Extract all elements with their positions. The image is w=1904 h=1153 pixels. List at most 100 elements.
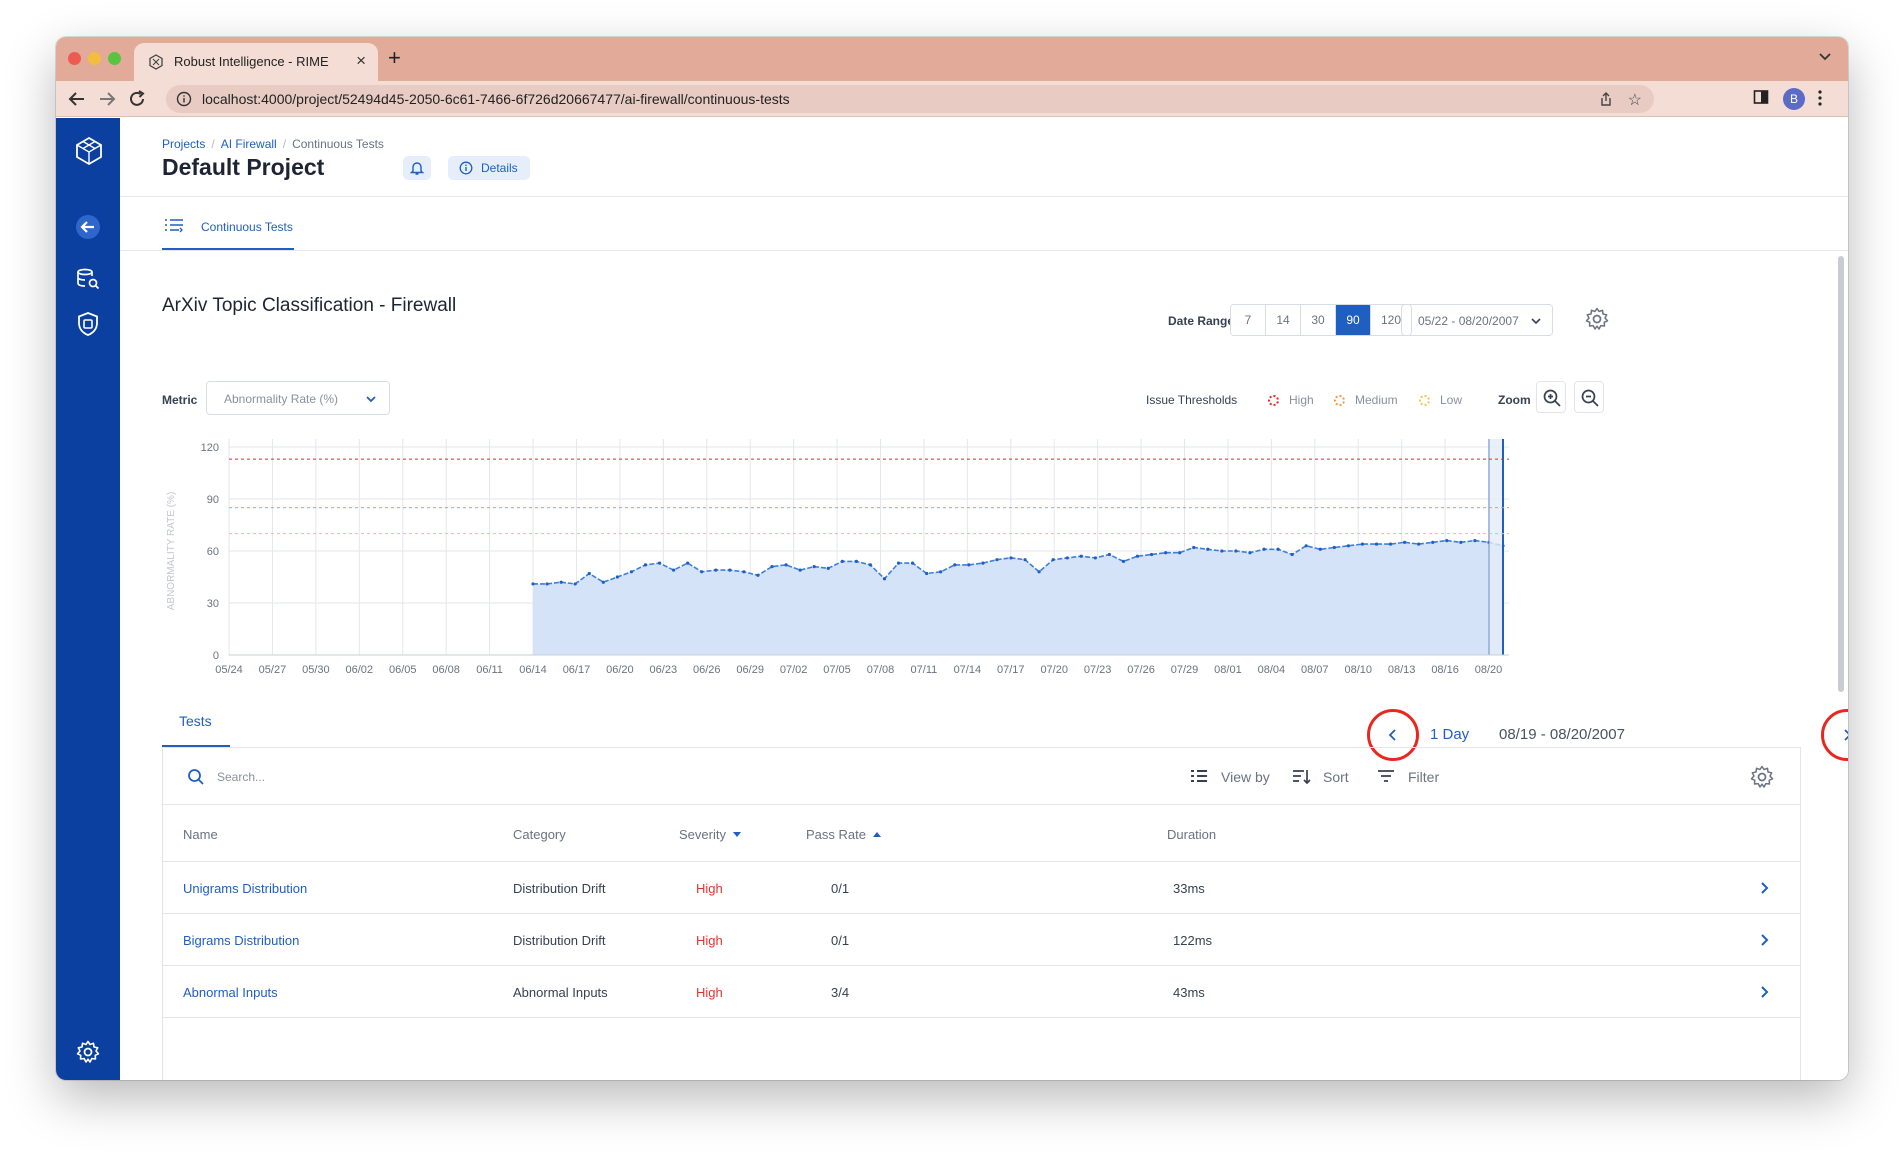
y-tick-label: 120 [201,442,219,454]
main-content: Projects / AI Firewall / Continuous Tests De… [120,118,1848,1080]
test-pass-rate: 0/1 [831,933,850,948]
data-point [925,571,929,576]
browser-toolbar: localhost:4000/project/52494d45-2050-6c6… [56,81,1848,117]
data-point [686,561,690,565]
reload-icon[interactable] [126,88,148,110]
details-label: Details [481,161,518,175]
metric-select[interactable]: Abnormality Rate (%) [206,381,390,415]
chevron-right-icon[interactable] [1756,932,1772,948]
site-info-icon[interactable] [176,91,192,107]
scrollbar[interactable] [1838,256,1844,692]
forward-icon[interactable] [96,88,118,110]
minimize-window-button[interactable] [88,52,101,65]
back-arrow-icon[interactable] [75,214,101,240]
table-settings-gear-icon[interactable] [1749,764,1775,790]
table-row[interactable]: Unigrams Distribution Distribution Drift… [163,863,1800,914]
tab-search-chevron-icon[interactable] [1818,49,1832,63]
tab-tests[interactable]: Tests [162,695,230,747]
breadcrumb-projects[interactable]: Projects [162,137,205,151]
logo-icon[interactable] [75,136,103,166]
y-axis-title: ABNORMALITY RATE (%) [166,492,177,611]
table-row[interactable]: Abnormal Inputs Abnormal Inputs High 3/4… [163,967,1800,1018]
data-point [784,563,788,567]
tab-title: Robust Intelligence - RIME [174,54,329,69]
info-icon [459,161,473,175]
date-range-14[interactable]: 14 [1266,305,1301,335]
data-point [1290,552,1294,557]
zoom-label: Zoom [1498,393,1531,407]
search-icon [188,769,204,785]
page-title: Default Project [162,154,325,180]
search-input[interactable] [217,764,617,790]
browser-menu-icon[interactable] [1816,89,1824,107]
browser-tab[interactable]: Robust Intelligence - RIME × [134,43,378,81]
x-tick-label: 08/10 [1344,664,1372,676]
test-name-link[interactable]: Bigrams Distribution [183,933,299,948]
sort-button[interactable]: Sort [1292,765,1352,789]
x-tick-label: 07/17 [997,664,1025,676]
data-point [1360,542,1365,546]
share-icon[interactable] [1598,91,1614,107]
threshold-high-dot-icon [1268,395,1279,406]
side-panel-icon[interactable] [1753,89,1769,105]
details-button[interactable]: Details [448,156,530,180]
chevron-right-icon[interactable] [1756,880,1772,896]
x-tick-label: 07/29 [1171,664,1199,676]
table-row[interactable]: Bigrams Distribution Distribution Drift … [163,915,1800,966]
chart-settings-gear-icon[interactable] [1584,306,1610,332]
x-tick-label: 06/08 [432,664,460,676]
date-range-7[interactable]: 7 [1231,305,1266,335]
sort-descending-icon [732,832,741,837]
date-range-90[interactable]: 90 [1336,305,1371,335]
x-tick-label: 07/20 [1040,664,1068,676]
back-icon[interactable] [66,88,88,110]
chart-svg: 0 30 60 90 120 05/24 05/27 05/30 06/02 06/05 06/08… [166,439,1509,676]
breadcrumb-ai-firewall[interactable]: AI Firewall [221,137,277,151]
column-severity[interactable]: Severity [679,827,741,842]
address-bar[interactable]: localhost:4000/project/52494d45-2050-6c6… [166,85,1654,113]
selected-range-label: 08/19 - 08/20/2007 [1499,726,1625,743]
maximize-window-button[interactable] [108,52,121,65]
tab-continuous-tests[interactable]: Continuous Tests [162,198,294,250]
tab-close-icon[interactable]: × [356,51,366,71]
data-point [700,570,704,574]
x-tick-label: 05/30 [302,664,330,676]
data-search-icon[interactable] [75,266,101,292]
tab-continuous-tests-label: Continuous Tests [201,220,293,234]
abnormality-rate-chart[interactable]: 0 30 60 90 120 05/24 05/27 05/30 06/02 06/05 06/08… [162,436,1632,726]
date-range-30[interactable]: 30 [1301,305,1336,335]
notifications-button[interactable] [403,156,431,180]
column-category: Category [513,827,566,842]
x-tick-label: 07/23 [1084,664,1112,676]
test-name-link[interactable]: Unigrams Distribution [183,881,307,896]
zoom-in-button[interactable] [1536,381,1566,413]
view-by-button[interactable]: View by [1190,765,1270,789]
close-window-button[interactable] [68,52,81,65]
profile-avatar[interactable]: B [1783,88,1805,110]
shield-chip-icon[interactable] [75,311,101,337]
x-tick-label: 07/26 [1127,664,1155,676]
next-day-button[interactable] [1821,709,1848,761]
data-point [798,568,802,572]
x-tick-label: 07/11 [911,664,938,676]
filter-button[interactable]: Filter [1377,765,1441,789]
x-tick-label: 07/02 [780,664,808,676]
test-name-link[interactable]: Abnormal Inputs [183,985,278,1000]
chevron-right-icon[interactable] [1756,984,1772,1000]
settings-gear-icon[interactable] [75,1039,101,1065]
window-size-label: 1 Day [1430,726,1470,743]
x-tick-label: 06/26 [693,664,721,676]
data-point [1388,542,1393,546]
column-pass-rate[interactable]: Pass Rate [806,827,881,842]
new-tab-button[interactable]: + [388,45,401,71]
data-point [587,571,591,576]
date-range-picker[interactable]: 05/22 - 08/20/2007 [1401,304,1553,336]
y-tick-label: 0 [213,650,219,662]
bookmark-star-icon[interactable]: ☆ [1628,90,1642,110]
column-severity-label: Severity [679,827,726,842]
x-tick-label: 06/05 [389,664,417,676]
zoom-out-button[interactable] [1574,381,1604,413]
data-point [910,561,915,565]
data-point [1107,552,1111,557]
data-point [545,582,549,586]
